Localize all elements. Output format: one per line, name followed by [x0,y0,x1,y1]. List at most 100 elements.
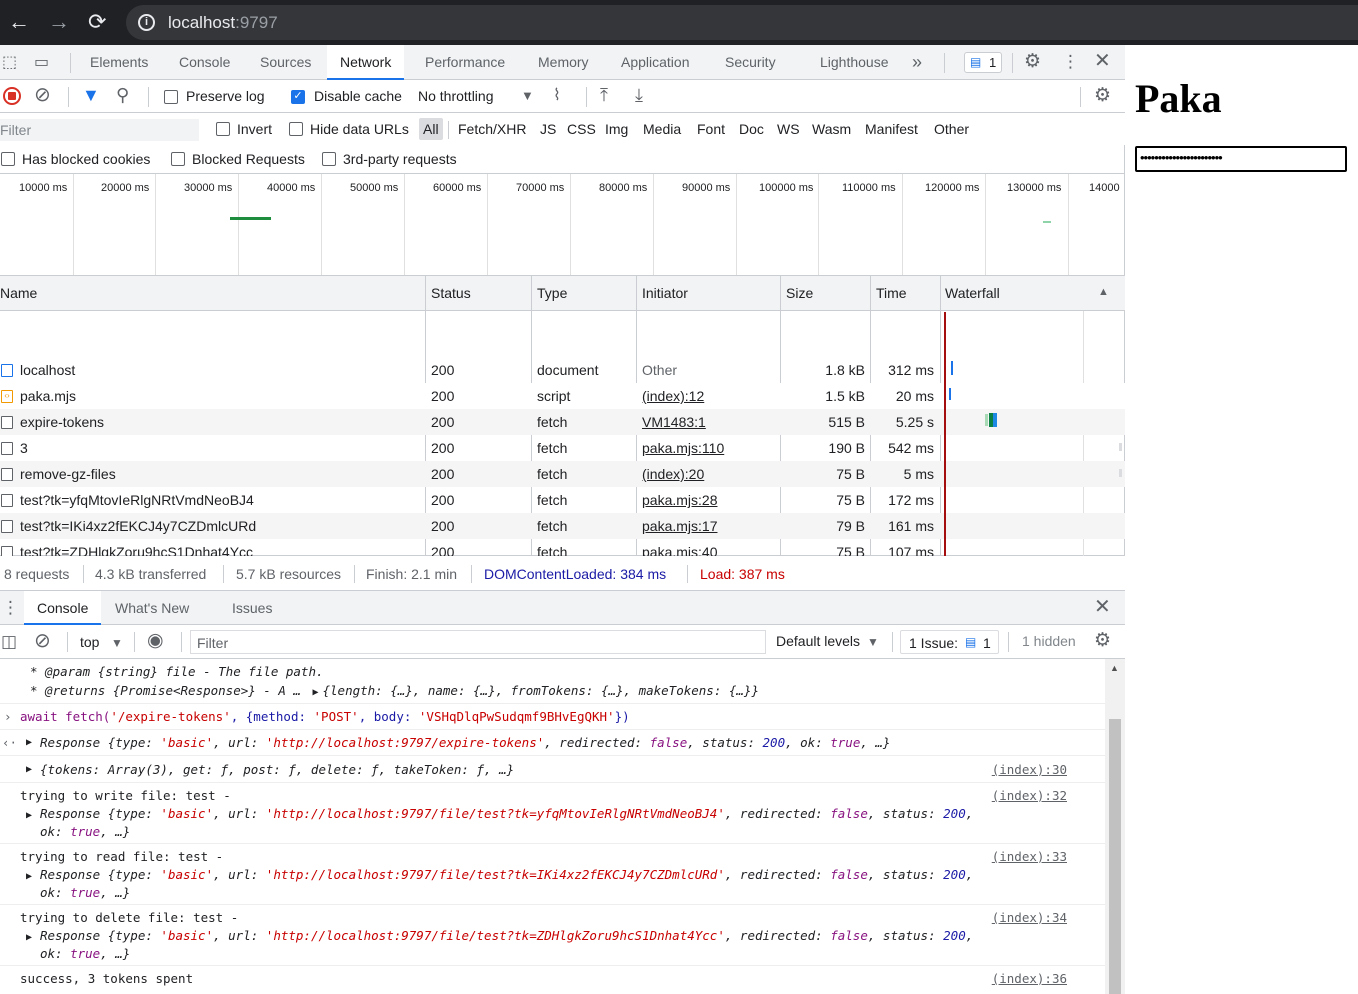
scroll-up-icon[interactable]: ▲ [1110,663,1119,673]
column-type[interactable]: Type [537,285,567,301]
back-button[interactable]: ← [8,10,30,34]
forward-button[interactable]: → [48,10,70,34]
column-status[interactable]: Status [431,285,471,301]
request-initiator[interactable]: (index):12 [642,388,704,404]
type-filter-wasm[interactable]: Wasm [812,121,851,137]
console-settings-gear-icon[interactable]: ⚙ [1094,631,1111,651]
console-output[interactable]: * @param {string} file - The file path. … [0,659,1105,994]
type-filter-all[interactable]: All [419,118,443,140]
hide-data-urls-checkbox[interactable] [289,122,303,136]
sort-up-icon[interactable]: ▲ [1098,286,1109,298]
console-source-link[interactable]: (index):30 [992,762,1067,777]
type-filter-img[interactable]: Img [605,121,628,137]
type-filter-ws[interactable]: WS [777,121,800,137]
table-row[interactable]: ‹› paka.mjs 200 script (index):12 1.5 kB… [0,383,1125,409]
request-initiator[interactable]: paka.mjs:28 [642,492,717,508]
drawer-tab-console[interactable]: Console [24,591,102,625]
disable-cache-checkbox[interactable]: ✓ [291,90,305,104]
type-filter-manifest[interactable]: Manifest [865,121,918,137]
table-row[interactable]: test?tk=yfqMtovIeRlgNRtVmdNeoBJ4 200 fet… [0,487,1125,513]
type-filter-css[interactable]: CSS [567,121,596,137]
column-time[interactable]: Time [876,285,907,301]
console-source-link[interactable]: (index):36 [992,971,1067,986]
column-initiator[interactable]: Initiator [642,285,688,301]
filter-funnel-icon[interactable]: ▼ [82,85,100,105]
filter-input[interactable]: Filter [0,119,199,141]
settings-gear-icon[interactable]: ⚙ [1024,52,1041,72]
type-filter-fetch-xhr[interactable]: Fetch/XHR [458,121,526,137]
request-initiator[interactable]: paka.mjs:110 [642,440,724,456]
console-source-link[interactable]: (index):34 [992,910,1067,925]
tab-performance[interactable]: Performance [425,45,505,80]
preserve-log-checkbox[interactable] [164,90,178,104]
more-options-icon[interactable]: ⋮ [1062,52,1079,72]
tab-network[interactable]: Network [327,45,405,80]
invert-checkbox[interactable] [216,122,230,136]
tab-security[interactable]: Security [725,45,776,80]
type-filter-media[interactable]: Media [643,121,681,137]
scrollbar-thumb[interactable] [1109,719,1121,994]
console-source-link[interactable]: (index):32 [992,788,1067,803]
table-row[interactable]: 3 200 fetch paka.mjs:110 190 B 542 ms [0,435,1125,461]
expand-arrow-icon[interactable]: ▶ [26,764,32,775]
type-filter-other[interactable]: Other [934,121,969,137]
import-har-icon[interactable]: ⤒ [600,85,608,105]
close-drawer-icon[interactable]: ✕ [1094,597,1111,617]
type-filter-font[interactable]: Font [697,121,725,137]
record-stop-icon[interactable] [3,87,21,105]
console-issues-button[interactable]: 1 Issue: ▤ 1 [900,630,999,654]
third-party-checkbox[interactable] [322,152,336,166]
expand-arrow-icon[interactable]: ▶ [26,871,32,882]
tab-application[interactable]: Application [621,45,690,80]
drawer-tab-whats-new[interactable]: What's New [115,591,189,625]
throttling-select[interactable]: No throttling [418,88,493,104]
table-row[interactable]: expire-tokens 200 fetch VM1483:1 515 B 5… [0,409,1125,435]
blocked-requests-checkbox[interactable] [171,152,185,166]
chevron-down-icon[interactable]: ▼ [867,632,879,652]
device-toolbar-icon[interactable]: ▭ [34,53,49,73]
reload-button[interactable]: ⟳ [88,10,106,34]
tab-sources[interactable]: Sources [260,45,311,80]
console-scrollbar[interactable]: ▲ [1105,659,1125,994]
chevron-down-icon[interactable]: ▼ [111,633,123,653]
table-row[interactable]: test?tk=IKi4xz2fEKCJ4y7CZDmlcURd 200 fet… [0,513,1125,539]
type-filter-js[interactable]: JS [540,121,556,137]
issues-badge[interactable]: ▤ 1 [964,52,1002,73]
table-row[interactable]: remove-gz-files 200 fetch (index):20 75 … [0,461,1125,487]
console-source-link[interactable]: (index):33 [992,849,1067,864]
network-settings-gear-icon[interactable]: ⚙ [1094,86,1111,106]
column-size[interactable]: Size [786,285,813,301]
network-overview-timeline[interactable]: 10000 ms 20000 ms 30000 ms 40000 ms 5000… [0,174,1125,276]
more-tabs-button[interactable]: » [912,45,922,80]
address-bar[interactable]: i localhost:9797 [126,5,1358,40]
inspect-element-icon[interactable]: ⬚ [2,53,17,73]
info-icon[interactable]: i [138,14,155,31]
column-name[interactable]: Name [0,285,37,301]
drawer-menu-icon[interactable]: ⋮ [2,598,19,618]
tab-elements[interactable]: Elements [90,45,148,80]
tab-memory[interactable]: Memory [538,45,589,80]
export-har-icon[interactable]: ⤓ [635,85,643,105]
request-initiator[interactable]: (index):20 [642,466,704,482]
expand-arrow-icon[interactable]: ▶ [26,932,32,943]
password-input[interactable]: ••••••••••••••••••••••• [1135,146,1347,172]
clear-icon[interactable]: ⊘ [34,85,51,105]
log-levels-select[interactable]: Default levels [776,633,860,649]
search-icon[interactable]: ⚲ [116,85,129,105]
drawer-tab-issues[interactable]: Issues [232,591,272,625]
close-devtools-icon[interactable]: ✕ [1094,51,1111,71]
context-select[interactable]: top [80,634,99,650]
expand-arrow-icon[interactable]: ▶ [312,687,318,698]
column-waterfall[interactable]: Waterfall [945,285,1000,301]
eye-icon[interactable]: ◉ [147,631,164,651]
clear-console-icon[interactable]: ⊘ [34,631,51,651]
network-conditions-icon[interactable]: ⌇ [553,86,561,106]
request-initiator[interactable]: paka.mjs:17 [642,518,717,534]
table-row[interactable]: localhost 200 document Other 1.8 kB 312 … [0,357,1125,383]
blocked-cookies-checkbox[interactable] [1,152,15,166]
chevron-down-icon[interactable]: ▼ [521,86,534,106]
request-initiator[interactable]: VM1483:1 [642,414,706,430]
tab-lighthouse[interactable]: Lighthouse [820,45,889,80]
table-row[interactable]: test?tk=ZDHlgkZoru9hcS1Dnhat4Ycc 200 fet… [0,539,1125,560]
expand-arrow-icon[interactable]: ▶ [26,737,32,748]
